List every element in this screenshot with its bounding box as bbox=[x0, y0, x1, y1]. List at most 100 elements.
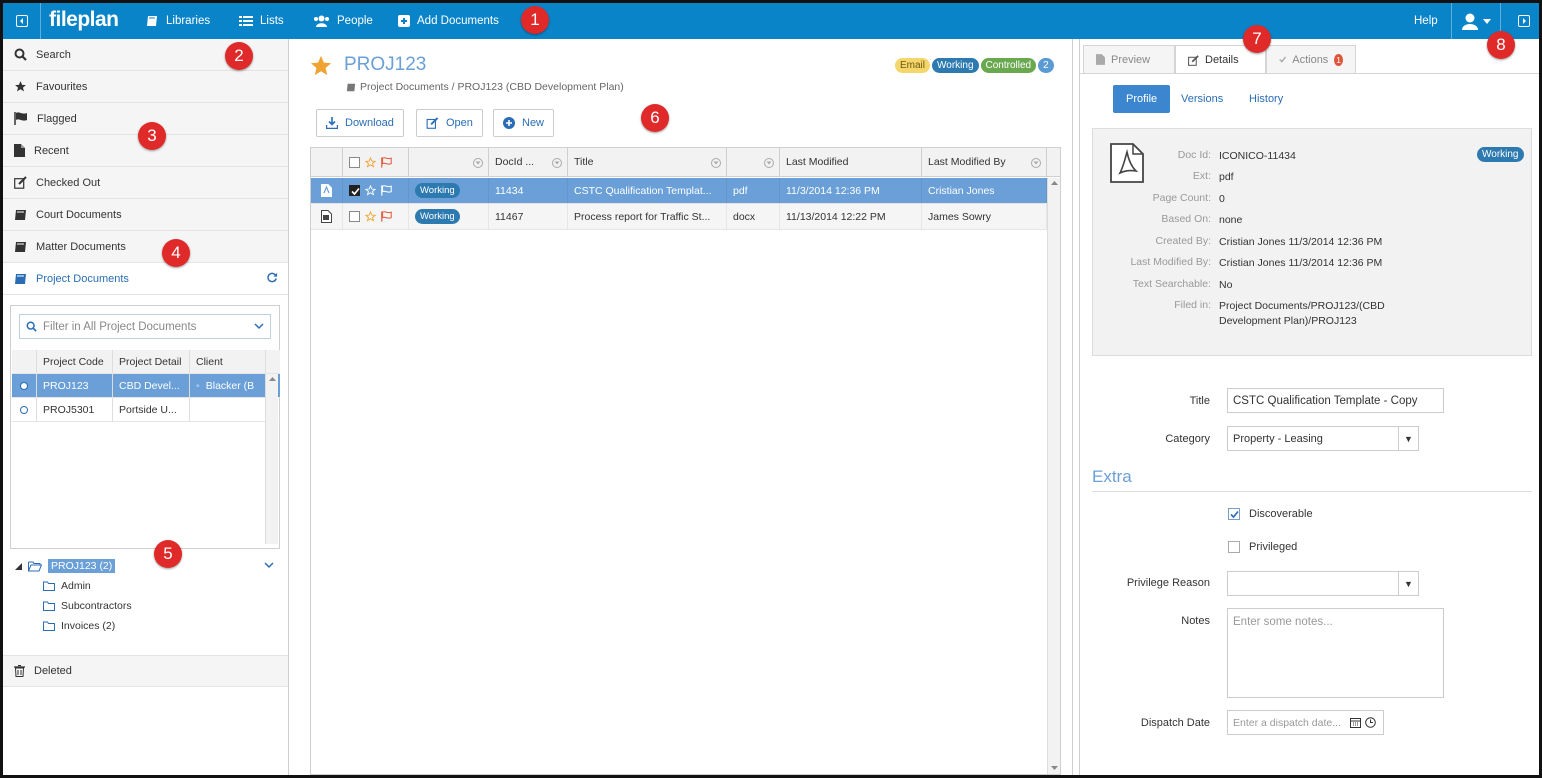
title-cell: Process report for Traffic St... bbox=[568, 204, 727, 229]
status-cell: Working bbox=[409, 204, 489, 229]
subtab-versions[interactable]: Versions bbox=[1168, 85, 1236, 113]
book-icon bbox=[346, 83, 356, 91]
project-radio[interactable] bbox=[12, 398, 37, 421]
download-icon bbox=[326, 117, 338, 129]
category-value: Property - Leasing bbox=[1233, 432, 1323, 445]
table-row[interactable]: Working 11467 Process report for Traffic… bbox=[311, 204, 1047, 230]
filter-icon[interactable] bbox=[473, 158, 483, 168]
header-project-code[interactable]: Project Code bbox=[37, 350, 113, 373]
star-outline-icon[interactable] bbox=[365, 185, 376, 196]
people-icon bbox=[314, 15, 329, 27]
privileged-checkbox[interactable]: Privileged bbox=[1228, 541, 1297, 553]
discoverable-checkbox[interactable]: Discoverable bbox=[1228, 508, 1313, 520]
download-button[interactable]: Download bbox=[316, 109, 404, 137]
sidebar-item-checked-out[interactable]: Checked Out bbox=[3, 167, 288, 199]
tree-node-admin[interactable]: Admin bbox=[43, 577, 91, 595]
star-outline-icon[interactable] bbox=[365, 211, 376, 222]
chevron-down-icon[interactable] bbox=[254, 321, 264, 331]
open-button[interactable]: Open bbox=[416, 109, 483, 137]
subtab-profile[interactable]: Profile bbox=[1113, 85, 1171, 113]
select-all-checkbox[interactable] bbox=[349, 156, 360, 168]
dispatch-date-input[interactable]: Enter a dispatch date... bbox=[1227, 710, 1384, 735]
list-icon bbox=[239, 16, 253, 26]
field-label: Doc Id: bbox=[1177, 149, 1211, 161]
book-icon bbox=[15, 209, 26, 220]
filter-icon[interactable] bbox=[711, 158, 721, 168]
header-last-modified-by[interactable]: Last Modified By bbox=[922, 148, 1047, 176]
details-panel: Preview Details Actions 1 Profile Versio… bbox=[1079, 39, 1539, 775]
ext-cell: docx bbox=[727, 204, 780, 229]
expand-right-button[interactable] bbox=[1508, 3, 1539, 39]
field-value: pdf bbox=[1219, 171, 1234, 183]
folder-icon bbox=[43, 621, 55, 631]
filter-icon[interactable] bbox=[552, 158, 562, 168]
favourite-star-icon[interactable] bbox=[310, 55, 332, 76]
header-ext-col[interactable] bbox=[727, 148, 780, 176]
book-icon bbox=[15, 241, 26, 252]
project-row[interactable]: PROJ5301 Portside U... bbox=[12, 398, 280, 422]
subtab-history[interactable]: History bbox=[1236, 85, 1296, 113]
chevron-down-icon[interactable] bbox=[264, 561, 274, 569]
collapse-left-button[interactable] bbox=[3, 3, 41, 39]
sidebar-item-deleted[interactable]: Deleted bbox=[3, 655, 288, 687]
row-checkbox[interactable] bbox=[349, 185, 360, 196]
project-filter-input[interactable]: Filter in All Project Documents bbox=[19, 314, 271, 339]
grid-header: DocId ... Title Last Modified Last Modif… bbox=[311, 148, 1060, 177]
header-title-label: Title bbox=[574, 156, 594, 168]
sidebar-item-court-documents[interactable]: Court Documents bbox=[3, 199, 288, 231]
calendar-icon[interactable] bbox=[1350, 717, 1361, 728]
project-row[interactable]: PROJ123 CBD Devel... ◦ Blacker (B bbox=[12, 374, 280, 398]
row-checkbox[interactable] bbox=[349, 211, 360, 222]
grid-scrollbar[interactable] bbox=[1047, 178, 1060, 774]
flag-outline-icon[interactable] bbox=[381, 185, 392, 196]
refresh-icon[interactable] bbox=[267, 272, 278, 283]
flag-outline-icon[interactable] bbox=[381, 156, 392, 168]
field-label: Page Count: bbox=[1152, 192, 1211, 204]
header-project-detail[interactable]: Project Detail bbox=[113, 350, 190, 373]
header-status-col[interactable] bbox=[409, 148, 489, 176]
help-link[interactable]: Help bbox=[1414, 15, 1438, 27]
checkbox-checked[interactable] bbox=[1228, 508, 1240, 520]
privilege-reason-select[interactable]: ▼ bbox=[1227, 571, 1419, 596]
checkbox-unchecked[interactable] bbox=[1228, 541, 1240, 553]
breadcrumb-text[interactable]: Project Documents / PROJ123 (CBD Develop… bbox=[360, 81, 624, 93]
filter-icon[interactable] bbox=[764, 158, 774, 168]
project-table-scrollbar[interactable] bbox=[265, 374, 278, 544]
notes-label: Notes bbox=[1181, 615, 1210, 627]
category-select[interactable]: Property - Leasing ▼ bbox=[1227, 426, 1419, 451]
callout-8: 8 bbox=[1487, 31, 1515, 59]
ext-cell: pdf bbox=[727, 178, 780, 203]
sidebar-item-matter-documents[interactable]: Matter Documents bbox=[3, 231, 288, 263]
new-button[interactable]: New bbox=[493, 109, 555, 137]
star-outline-icon[interactable] bbox=[365, 156, 376, 168]
tab-preview[interactable]: Preview bbox=[1083, 45, 1175, 73]
project-radio[interactable] bbox=[12, 374, 37, 397]
table-row[interactable]: Working 11434 CSTC Qualification Templat… bbox=[311, 178, 1047, 204]
header-title[interactable]: Title bbox=[568, 148, 727, 176]
tree-node-root[interactable]: PROJ123 (2) bbox=[15, 557, 116, 575]
nav-add-documents[interactable]: Add Documents bbox=[398, 3, 499, 39]
nav-libraries[interactable]: Libraries bbox=[146, 3, 210, 39]
fileplan-logo[interactable]: fileplan bbox=[49, 8, 119, 32]
nav-lists[interactable]: Lists bbox=[239, 3, 284, 39]
header-client[interactable]: Client bbox=[190, 350, 266, 373]
flag-outline-icon[interactable] bbox=[381, 211, 392, 222]
filter-icon[interactable] bbox=[1031, 158, 1041, 168]
nav-people[interactable]: People bbox=[313, 3, 373, 39]
status-badges: Email Working Controlled 2 bbox=[895, 58, 1054, 73]
header-last-modified[interactable]: Last Modified bbox=[780, 148, 922, 176]
tree-node-subcontractors[interactable]: Subcontractors bbox=[43, 597, 132, 615]
clock-icon[interactable] bbox=[1365, 717, 1376, 728]
notes-textarea[interactable]: Enter some notes... bbox=[1227, 608, 1444, 698]
privilege-reason-label: Privilege Reason bbox=[1126, 577, 1210, 589]
sidebar-item-favourites[interactable]: Favourites bbox=[3, 71, 288, 103]
tab-actions[interactable]: Actions 1 bbox=[1266, 45, 1356, 73]
sidebar-item-project-documents[interactable]: Project Documents bbox=[3, 263, 288, 295]
tree-node-invoices[interactable]: Invoices (2) bbox=[43, 617, 115, 635]
tree-node-label: PROJ123 (2) bbox=[48, 559, 116, 573]
sidebar-item-label: Matter Documents bbox=[36, 240, 126, 253]
document-list-pane: PROJ123 Project Documents / PROJ123 (CBD… bbox=[290, 39, 1073, 775]
header-docid[interactable]: DocId ... bbox=[489, 148, 568, 176]
title-input[interactable]: CSTC Qualification Template - Copy bbox=[1227, 388, 1444, 413]
document-info-box: Working Doc Id: ICONICO-11434 Ext: pdf Pag… bbox=[1092, 128, 1532, 356]
